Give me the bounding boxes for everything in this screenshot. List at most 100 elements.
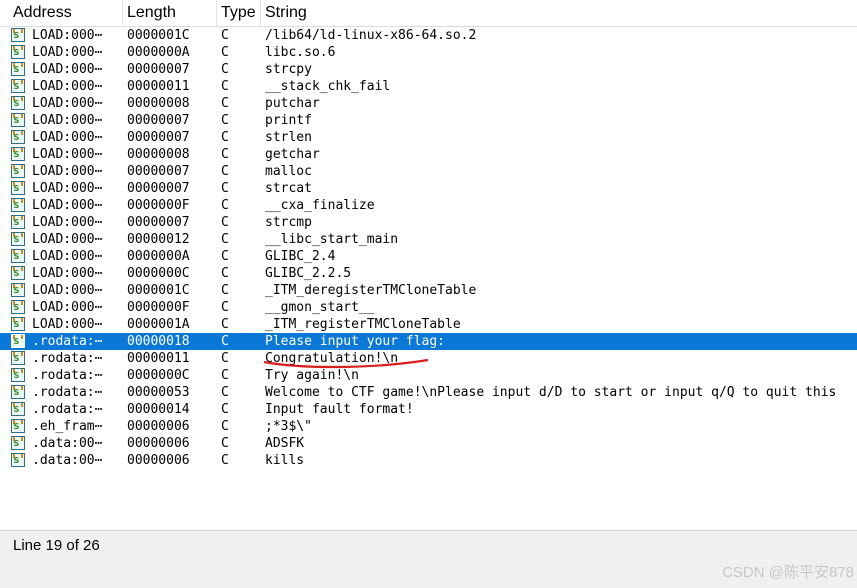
cell-length: 0000000A [127, 45, 190, 60]
cell-address: LOAD:000⋯ [32, 45, 103, 60]
cell-type: C [221, 249, 229, 264]
string-icon: s [11, 147, 25, 161]
table-row[interactable]: s LOAD:000⋯ 00000007 Cstrlen [0, 129, 857, 146]
string-icon: s [11, 79, 25, 93]
cell-type: C [221, 351, 229, 366]
string-icon: s [11, 266, 25, 280]
watermark: CSDN @陈平安878 [722, 564, 854, 581]
table-row[interactable]: s LOAD:000⋯ 00000007 Cstrcpy [0, 61, 857, 78]
cell-address: .rodata:⋯ [32, 368, 103, 383]
cell-string: getchar [265, 147, 320, 162]
cell-address: .rodata:⋯ [32, 402, 103, 417]
string-icon: s [11, 317, 25, 331]
cell-length: 00000007 [127, 215, 190, 230]
string-icon: s [11, 368, 25, 382]
string-icon: s [11, 164, 25, 178]
table-row[interactable]: s LOAD:000⋯ 00000012 C __libc_start_main [0, 231, 857, 248]
table-row[interactable]: s .data:00⋯ 00000006 Ckills [0, 452, 857, 469]
cell-length: 00000011 [127, 79, 190, 94]
cell-string: __libc_start_main [265, 232, 399, 247]
red-underline-annotation [263, 358, 429, 369]
cell-address: .rodata:⋯ [32, 334, 103, 349]
cell-length: 0000001C [127, 28, 190, 43]
cell-length: 0000000F [127, 198, 190, 213]
table-row[interactable]: s LOAD:000⋯ 0000001C C/lib64/ld-linux-x86-6… [0, 27, 857, 44]
cell-address: LOAD:000⋯ [32, 198, 103, 213]
table-row[interactable]: s LOAD:000⋯ 0000000C C GLIBC_2.2.5 [0, 265, 857, 282]
cell-type: C [221, 62, 229, 77]
cell-length: 00000008 [127, 96, 190, 111]
string-icon: s [11, 45, 25, 59]
cell-string: ADSFK [265, 436, 305, 451]
cell-string: /lib64/ld-linux-x86-64.so.2 [265, 28, 477, 43]
string-icon: s [11, 300, 25, 314]
cell-length: 0000000F [127, 300, 190, 315]
cell-length: 00000053 [127, 385, 190, 400]
cell-length: 00000011 [127, 351, 190, 366]
cell-type: C [221, 130, 229, 145]
table-row[interactable]: s LOAD:000⋯ 00000007 Cprintf [0, 112, 857, 129]
cell-address: LOAD:000⋯ [32, 79, 103, 94]
cell-type: C [221, 266, 229, 281]
string-icon: s [11, 351, 25, 365]
table-row[interactable]: s .rodata:⋯ 00000014 C Input fault format! [0, 401, 857, 418]
cell-type: C [221, 283, 229, 298]
cell-type: C [221, 28, 229, 43]
cell-type: C [221, 453, 229, 468]
cell-type: C [221, 300, 229, 315]
string-icon: s [11, 96, 25, 110]
table-row[interactable]: s LOAD:000⋯ 0000000F C __gmon_start__ [0, 299, 857, 316]
cell-string: printf [265, 113, 312, 128]
column-length[interactable]: Length [123, 0, 217, 26]
string-icon: s [11, 181, 25, 195]
cell-address: .rodata:⋯ [32, 385, 103, 400]
table-row[interactable]: s LOAD:000⋯ 0000000F C __cxa_finalize [0, 197, 857, 214]
table-row[interactable]: s LOAD:000⋯ 00000007 Cstrcat [0, 180, 857, 197]
cell-address: LOAD:000⋯ [32, 215, 103, 230]
cell-address: LOAD:000⋯ [32, 300, 103, 315]
table-row[interactable]: s .rodata:⋯ 00000053 C Welcome to CTF game!\… [0, 384, 857, 401]
table-row[interactable]: s .rodata:⋯ 00000018 C Please input your fla… [0, 333, 857, 350]
cell-address: LOAD:000⋯ [32, 28, 103, 43]
table-row[interactable]: s LOAD:000⋯ 0000000A C GLIBC_2.4 [0, 248, 857, 265]
cell-length: 00000018 [127, 334, 190, 349]
table-row[interactable]: s LOAD:000⋯ 00000007 Cstrcmp [0, 214, 857, 231]
cell-type: C [221, 96, 229, 111]
string-icon: s [11, 249, 25, 263]
cell-type: C [221, 334, 229, 349]
string-icon: s [11, 215, 25, 229]
cell-type: C [221, 198, 229, 213]
table-row[interactable]: s LOAD:000⋯ 00000011 C __stack_chk_fail [0, 78, 857, 95]
table-row[interactable]: s .eh_fram⋯ 00000006 C ;*3$\" [0, 418, 857, 435]
table-row[interactable]: s LOAD:000⋯ 00000008 Cgetchar [0, 146, 857, 163]
cell-address: LOAD:000⋯ [32, 181, 103, 196]
table-row[interactable]: s LOAD:000⋯ 0000001A C _ITM_registerTMCloneT… [0, 316, 857, 333]
cell-address: LOAD:000⋯ [32, 232, 103, 247]
string-icon: s [11, 419, 25, 433]
cell-length: 00000007 [127, 164, 190, 179]
status-text: Line 19 of 26 [13, 537, 100, 554]
cell-type: C [221, 419, 229, 434]
cell-type: C [221, 181, 229, 196]
cell-type: C [221, 385, 229, 400]
cell-address: LOAD:000⋯ [32, 62, 103, 77]
column-address[interactable]: Address [9, 0, 123, 26]
cell-string: GLIBC_2.4 [265, 249, 336, 264]
column-type[interactable]: Type [217, 0, 261, 26]
table-row[interactable]: s LOAD:000⋯ 00000008 Cputchar [0, 95, 857, 112]
cell-length: 00000012 [127, 232, 190, 247]
string-icon: s [11, 436, 25, 450]
table-row[interactable]: s LOAD:000⋯ 00000007 Cmalloc [0, 163, 857, 180]
cell-length: 00000014 [127, 402, 190, 417]
cell-string: strcmp [265, 215, 312, 230]
string-icon: s [11, 62, 25, 76]
string-icon: s [11, 385, 25, 399]
column-string[interactable]: String [261, 0, 857, 26]
cell-length: 00000006 [127, 436, 190, 451]
table-row[interactable]: s LOAD:000⋯ 0000000A Clibc.so.6 [0, 44, 857, 61]
table-row[interactable]: s LOAD:000⋯ 0000001C C _ITM_deregisterTMClon… [0, 282, 857, 299]
cell-type: C [221, 232, 229, 247]
table-row[interactable]: s .data:00⋯ 00000006 C ADSFK [0, 435, 857, 452]
string-icon: s [11, 402, 25, 416]
cell-type: C [221, 147, 229, 162]
